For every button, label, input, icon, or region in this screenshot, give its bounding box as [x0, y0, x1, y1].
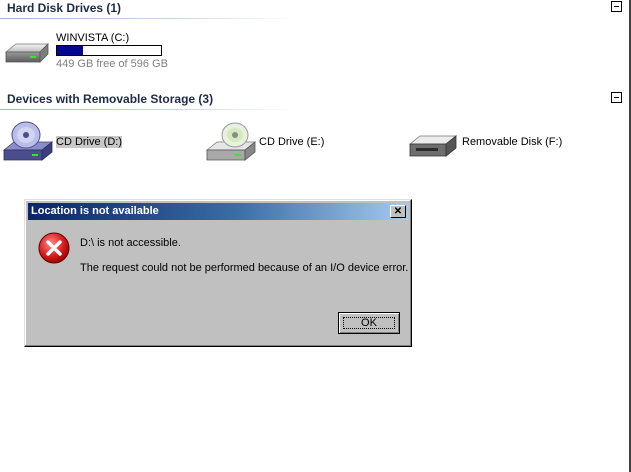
dialog-message-primary: D:\ is not accessible.: [80, 237, 181, 249]
dialog-titlebar[interactable]: Location is not available ✕: [28, 203, 408, 220]
ok-button[interactable]: OK: [338, 312, 400, 334]
cd-drive-icon: [205, 122, 257, 161]
capacity-bar-c: [56, 45, 162, 56]
drive-label-e: CD Drive (E:): [259, 136, 325, 148]
drive-item-e[interactable]: CD Drive (E:): [205, 120, 355, 164]
drive-label-c: WINVISTA (C:): [56, 32, 130, 44]
dialog-title: Location is not available: [31, 205, 159, 217]
group-header-removable[interactable]: Devices with Removable Storage (3): [7, 92, 213, 106]
group-divider: [0, 18, 295, 19]
close-icon: ✕: [393, 206, 403, 217]
hard-drive-icon: [4, 43, 49, 63]
dialog-close-button[interactable]: ✕: [390, 205, 406, 218]
error-dialog: Location is not available ✕ D:\ is not a…: [24, 199, 412, 347]
removable-disk-icon: [408, 135, 458, 157]
drive-space-c: 449 GB free of 596 GB: [56, 58, 168, 70]
cd-drive-icon: [2, 121, 54, 161]
dialog-message-detail: The request could not be performed becau…: [80, 262, 409, 274]
collapse-removable-button[interactable]: [611, 92, 622, 103]
focus-rectangle: [343, 317, 395, 329]
error-icon: [38, 232, 70, 264]
collapse-hard-disk-button[interactable]: [611, 1, 622, 12]
drive-item-c[interactable]: WINVISTA (C:) 449 GB free of 596 GB: [2, 30, 172, 72]
drive-item-f[interactable]: Removable Disk (F:): [408, 120, 578, 164]
group-header-hard-disk[interactable]: Hard Disk Drives (1): [7, 1, 121, 15]
group-divider: [0, 109, 295, 110]
capacity-bar-fill: [57, 46, 83, 55]
drive-item-d[interactable]: CD Drive (D:): [2, 120, 152, 164]
drive-label-d: CD Drive (D:): [56, 136, 122, 148]
drive-label-f: Removable Disk (F:): [462, 136, 563, 148]
